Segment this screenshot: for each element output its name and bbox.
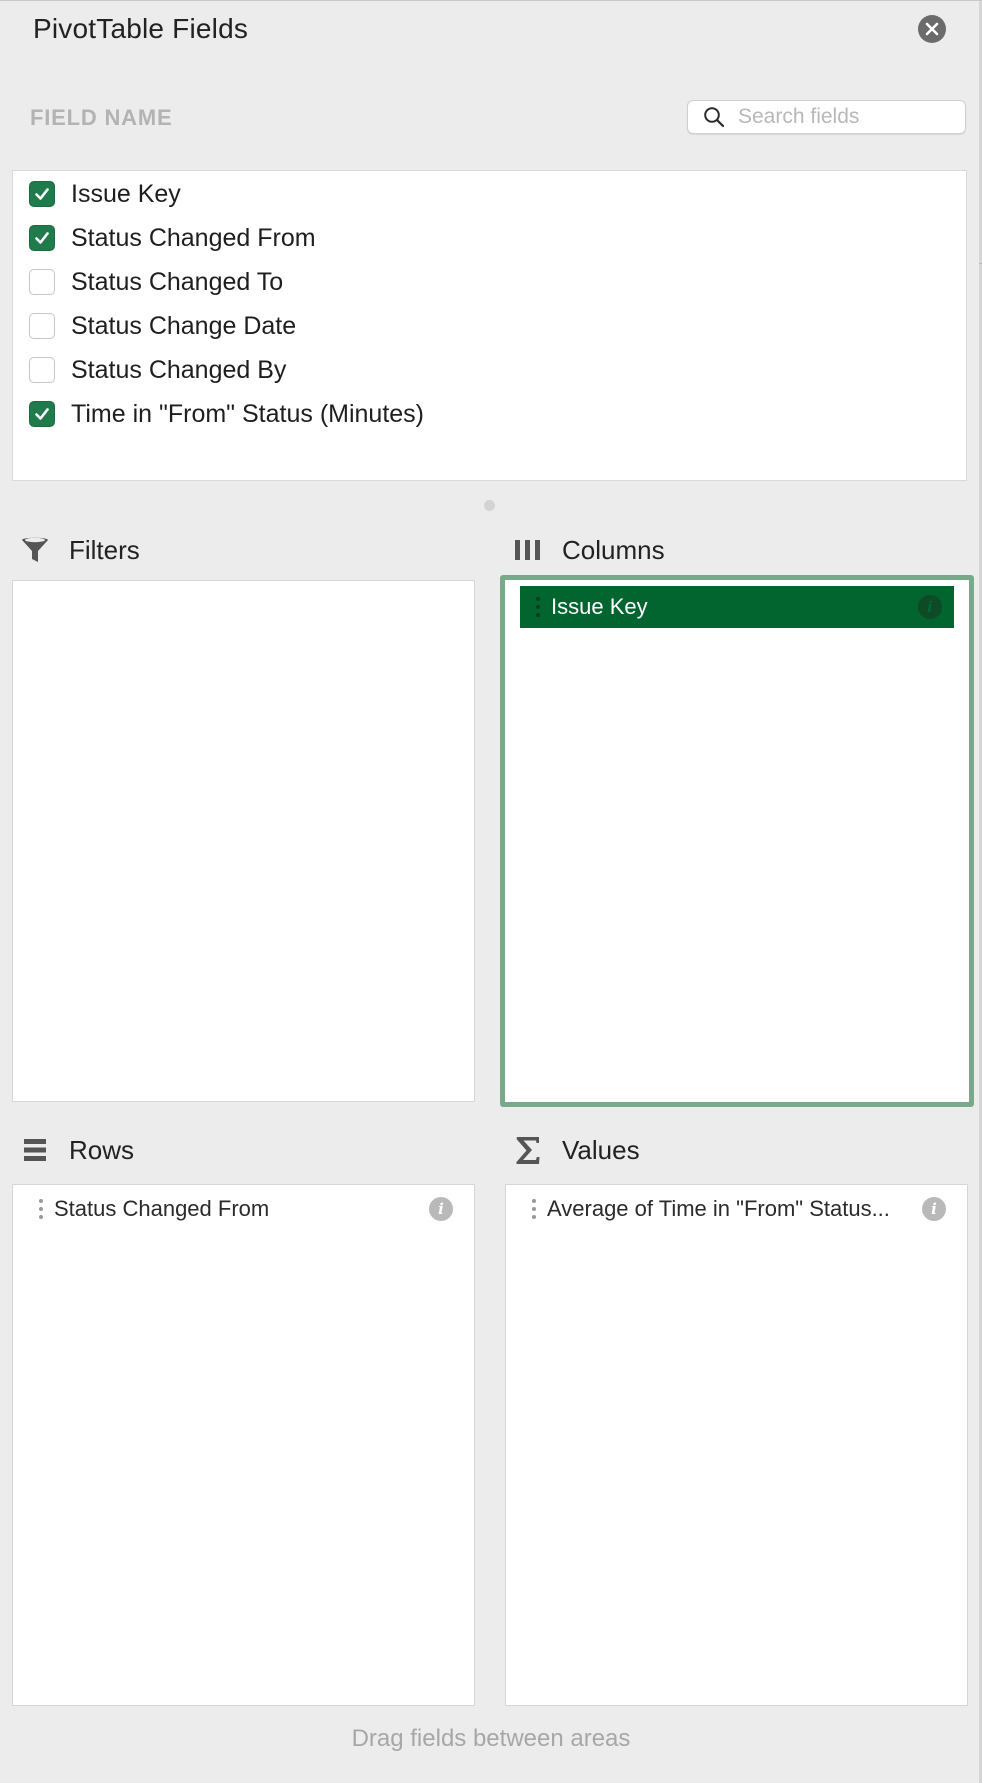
values-header: Values xyxy=(511,1133,640,1167)
columns-header: Columns xyxy=(511,533,665,567)
chip-label: Issue Key xyxy=(551,594,648,619)
search-icon xyxy=(702,105,726,129)
rows-field-chip-status-changed-from[interactable]: Status Changed From i xyxy=(23,1188,465,1230)
rows-header: Rows xyxy=(18,1133,134,1167)
field-list: Issue Key Status Changed From Status Cha… xyxy=(12,170,967,481)
field-label: Status Changed By xyxy=(71,355,287,384)
panel-title: PivotTable Fields xyxy=(33,13,249,44)
checkmark-icon xyxy=(35,232,49,244)
field-label: Status Changed From xyxy=(71,223,316,252)
values-title: Values xyxy=(562,1134,640,1165)
field-checkbox-unchecked[interactable] xyxy=(29,313,55,339)
field-checkbox-checked[interactable] xyxy=(29,225,55,251)
field-item-status-changed-by[interactable]: Status Changed By xyxy=(29,353,286,387)
field-checkbox-unchecked[interactable] xyxy=(29,269,55,295)
filter-funnel-icon xyxy=(18,533,52,567)
filters-title: Filters xyxy=(69,534,140,565)
columns-drop-area[interactable]: Issue Key i xyxy=(500,575,974,1107)
field-label: Issue Key xyxy=(71,179,181,208)
pivot-table-fields-panel: PivotTable Fields FIELD NAME Issue Key xyxy=(0,0,982,1783)
field-checkbox-checked[interactable] xyxy=(29,401,55,427)
info-icon[interactable]: i xyxy=(429,1197,453,1221)
info-icon[interactable]: i xyxy=(918,595,942,619)
field-item-issue-key[interactable]: Issue Key xyxy=(29,177,181,211)
filters-drop-area[interactable] xyxy=(12,580,475,1102)
close-icon xyxy=(925,22,939,36)
rows-drop-area[interactable]: Status Changed From i xyxy=(12,1184,475,1706)
values-field-chip-average-time[interactable]: Average of Time in "From" Status... i xyxy=(516,1188,958,1230)
info-icon[interactable]: i xyxy=(922,1197,946,1221)
rows-icon xyxy=(18,1133,52,1167)
field-name-header: FIELD NAME xyxy=(30,105,173,130)
chip-label: Status Changed From xyxy=(54,1196,270,1221)
columns-field-chip-issue-key[interactable]: Issue Key i xyxy=(520,586,954,628)
search-fields-box[interactable] xyxy=(687,100,966,134)
drag-handle-icon[interactable] xyxy=(530,1199,538,1219)
drag-hint-text: Drag fields between areas xyxy=(351,1725,631,1752)
columns-title: Columns xyxy=(562,534,665,565)
field-item-status-changed-from[interactable]: Status Changed From xyxy=(29,221,316,255)
checkmark-icon xyxy=(35,408,49,420)
rows-title: Rows xyxy=(69,1134,135,1165)
field-checkbox-checked[interactable] xyxy=(29,181,55,207)
field-item-status-change-date[interactable]: Status Change Date xyxy=(29,309,296,343)
filters-header: Filters xyxy=(18,533,140,567)
drag-handle-icon[interactable] xyxy=(534,597,542,617)
field-label: Status Change Date xyxy=(71,311,297,340)
field-item-status-changed-to[interactable]: Status Changed To xyxy=(29,265,283,299)
close-button[interactable] xyxy=(918,15,946,43)
field-label: Status Changed To xyxy=(71,267,284,296)
checkmark-icon xyxy=(35,188,49,200)
drag-handle-icon[interactable] xyxy=(37,1199,45,1219)
field-label: Time in "From" Status (Minutes) xyxy=(71,399,425,428)
field-item-time-in-from-status[interactable]: Time in "From" Status (Minutes) xyxy=(29,397,424,431)
columns-icon xyxy=(511,533,545,567)
values-drop-area[interactable]: Average of Time in "From" Status... i xyxy=(505,1184,968,1706)
splitter-handle[interactable] xyxy=(484,500,495,511)
sigma-icon xyxy=(511,1133,545,1167)
field-checkbox-unchecked[interactable] xyxy=(29,357,55,383)
chip-label: Average of Time in "From" Status... xyxy=(547,1196,890,1221)
search-fields-input[interactable] xyxy=(738,105,948,129)
